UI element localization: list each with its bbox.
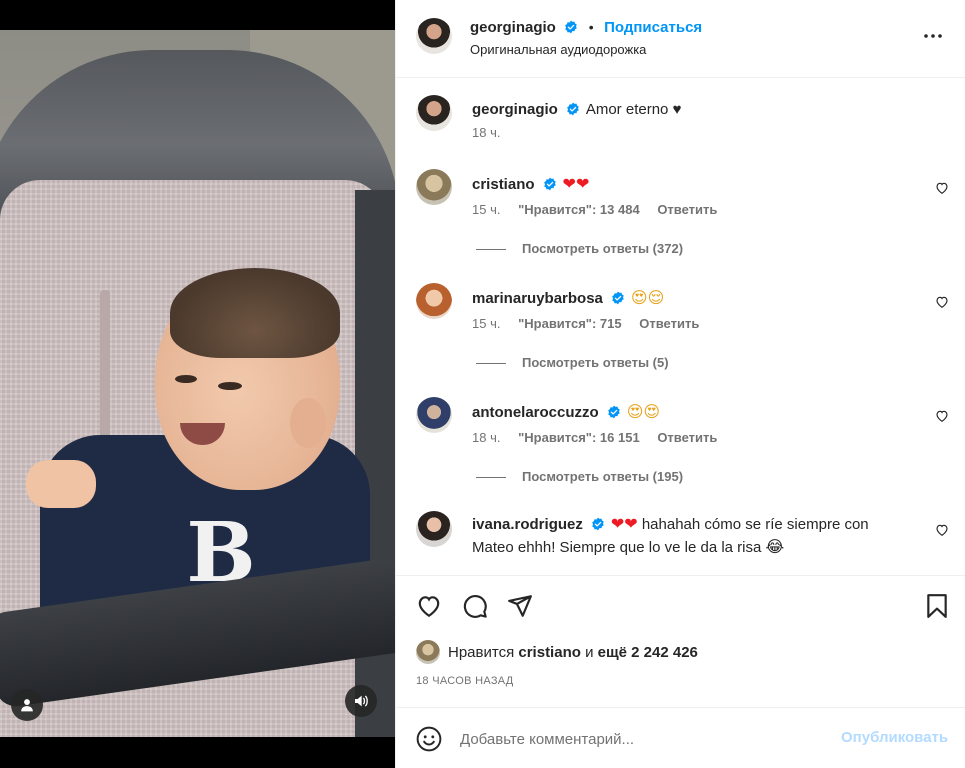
post-actions: Нравится cristiano и ещё 2 242 426 18 ЧА…	[396, 575, 965, 708]
comment-time[interactable]: 15 ч.	[472, 316, 500, 331]
comment-username[interactable]: antonelaroccuzzo	[472, 404, 599, 421]
post-header: georginagio • Подписаться Оригинальная а…	[396, 0, 965, 78]
caption-time[interactable]: 18 ч.	[472, 125, 500, 140]
comment-username[interactable]: marinaruybarbosa	[472, 290, 603, 307]
likes-summary: Нравится cristiano и ещё 2 242 426	[416, 640, 698, 664]
comment-time[interactable]: 15 ч.	[472, 202, 500, 217]
comment-emoji: ❤❤	[562, 174, 590, 193]
comment-text: cristiano ❤❤	[472, 173, 912, 196]
comment-username[interactable]: cristiano	[472, 176, 535, 193]
comment-emoji: 😍😌	[630, 288, 665, 307]
comment-likes[interactable]: "Нравится": 715	[518, 316, 622, 331]
commenter-avatar[interactable]	[416, 511, 452, 547]
verified-icon	[543, 177, 556, 191]
comment-input[interactable]	[460, 728, 820, 750]
baby-eye	[218, 382, 242, 390]
baby-hand	[26, 460, 96, 508]
comment-meta: 18 ч. "Нравится": 16 151 Ответить	[472, 430, 731, 445]
comment-text: antonelaroccuzzo 😍😍	[472, 401, 912, 424]
post-side-panel: georginagio • Подписаться Оригинальная а…	[395, 0, 965, 768]
commenter-avatar[interactable]	[416, 283, 452, 319]
baby-ear	[290, 398, 326, 448]
liker-avatar[interactable]	[416, 640, 440, 664]
comment-username[interactable]: ivana.rodriguez	[472, 516, 583, 533]
baby-eye	[175, 375, 197, 383]
caption-heart: ♥	[672, 101, 682, 118]
comment-likes[interactable]: "Нравится": 13 484	[518, 202, 640, 217]
comment-text: ivana.rodriguez ❤❤ hahahah cómo se ríe si…	[472, 513, 912, 559]
comment-text: marinaruybarbosa 😍😌	[472, 287, 912, 310]
view-replies-button[interactable]: Посмотреть ответы (195)	[476, 469, 683, 484]
heart-icon[interactable]	[935, 295, 949, 309]
view-replies-button[interactable]: Посмотреть ответы (5)	[476, 355, 669, 370]
liker-username[interactable]: cristiano	[518, 644, 581, 661]
user-icon	[21, 699, 33, 712]
share-icon[interactable]	[507, 593, 533, 619]
caption-username[interactable]: georginagio	[472, 101, 558, 118]
caption-text: georginagio Amor eterno ♥	[472, 99, 912, 121]
audio-link[interactable]: Оригинальная аудиодорожка	[470, 42, 646, 57]
likes-prefix: Нравится	[448, 643, 515, 661]
comment-emoji: 😍😍	[626, 402, 661, 421]
author-line: georginagio • Подписаться	[470, 19, 702, 37]
post-time[interactable]: 18 ЧАСОВ НАЗАД	[416, 675, 514, 687]
commenter-avatar[interactable]	[416, 169, 452, 205]
caption-body: Amor eterno	[585, 101, 669, 118]
follow-button[interactable]: Подписаться	[604, 19, 702, 36]
view-replies-button[interactable]: Посмотреть ответы (372)	[476, 241, 683, 256]
reply-button[interactable]: Ответить	[657, 430, 717, 445]
video-frame[interactable]: B	[0, 30, 395, 737]
replies-line	[476, 477, 506, 479]
verified-icon	[607, 405, 620, 419]
verified-icon	[612, 291, 624, 305]
verified-icon	[592, 517, 604, 531]
heart-icon[interactable]	[935, 181, 949, 195]
comment-meta: 15 ч. "Нравится": 715 Ответить	[472, 316, 713, 331]
caption-meta: 18 ч.	[472, 125, 514, 140]
author-avatar[interactable]	[416, 18, 452, 54]
more-icon[interactable]	[921, 24, 945, 48]
view-replies-label: Посмотреть ответы (5)	[522, 355, 669, 370]
replies-line	[476, 363, 506, 365]
comment-icon[interactable]	[462, 593, 488, 619]
view-replies-label: Посмотреть ответы (372)	[522, 241, 684, 256]
author-username[interactable]: georginagio	[470, 19, 556, 36]
comment-emoji-end: 😂	[765, 537, 785, 556]
likes-count[interactable]: ещё 2 242 426	[598, 644, 698, 661]
reply-button[interactable]: Ответить	[639, 316, 699, 331]
comments-list[interactable]: georginagio Amor eterno ♥ 18 ч. cristiano…	[396, 79, 965, 575]
comment-likes[interactable]: "Нравится": 16 151	[518, 430, 640, 445]
author-avatar[interactable]	[416, 95, 452, 131]
heart-icon[interactable]	[935, 523, 949, 537]
verified-icon	[565, 20, 578, 34]
likes-middle: и	[585, 643, 594, 661]
separator-dot: •	[588, 19, 594, 35]
add-comment-bar: Опубликовать	[396, 708, 965, 768]
heart-icon[interactable]	[935, 409, 949, 423]
comment-meta: 15 ч. "Нравится": 13 484 Ответить	[472, 202, 731, 217]
smile-icon[interactable]	[416, 726, 442, 752]
publish-button[interactable]: Опубликовать	[841, 729, 948, 746]
verified-icon	[567, 102, 579, 116]
replies-line	[476, 249, 506, 251]
commenter-avatar[interactable]	[416, 397, 452, 433]
comment-emoji: ❤❤	[610, 514, 638, 533]
sound-toggle-button[interactable]	[345, 685, 377, 717]
sound-icon	[355, 695, 368, 707]
heart-icon[interactable]	[416, 593, 442, 619]
tagged-users-button[interactable]	[11, 689, 43, 721]
post-media[interactable]: B	[0, 0, 395, 768]
bookmark-icon[interactable]	[924, 593, 950, 619]
baby-hair	[170, 268, 340, 358]
view-replies-label: Посмотреть ответы (195)	[522, 469, 684, 484]
comment-time[interactable]: 18 ч.	[472, 430, 500, 445]
reply-button[interactable]: Ответить	[657, 202, 717, 217]
